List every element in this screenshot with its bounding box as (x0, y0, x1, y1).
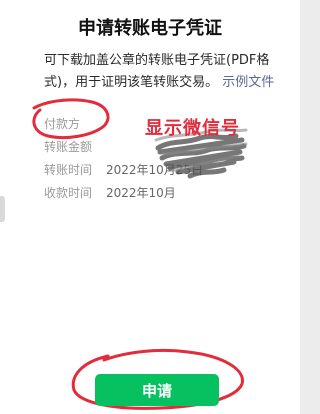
voucher-request-sheet: 申请转账电子凭证 可下载加盖公章的转账电子凭证(PDF格式)，用于证明该笔转账交… (0, 0, 300, 414)
edge-handle (0, 196, 5, 222)
detail-row-receipt-time: 收款时间 2022年10月 (44, 184, 176, 204)
dialog-title: 申请转账电子凭证 (78, 18, 222, 39)
detail-label: 转账时间 (44, 163, 93, 177)
annotation-circle-payer (32, 98, 110, 140)
dialog-description: 可下载加盖公章的转账电子凭证(PDF格式)，用于证明该笔转账交易。 示例文件 (44, 50, 276, 94)
apply-button[interactable]: 申请 (95, 374, 219, 406)
detail-row-transfer-time: 转账时间 2022年10月25日 (44, 161, 203, 181)
example-file-link[interactable]: 示例文件 (222, 75, 274, 90)
detail-label: 转账金额 (44, 140, 93, 154)
detail-label: 收款时间 (44, 186, 93, 200)
annotation-label: 显示微信号 (145, 118, 240, 139)
